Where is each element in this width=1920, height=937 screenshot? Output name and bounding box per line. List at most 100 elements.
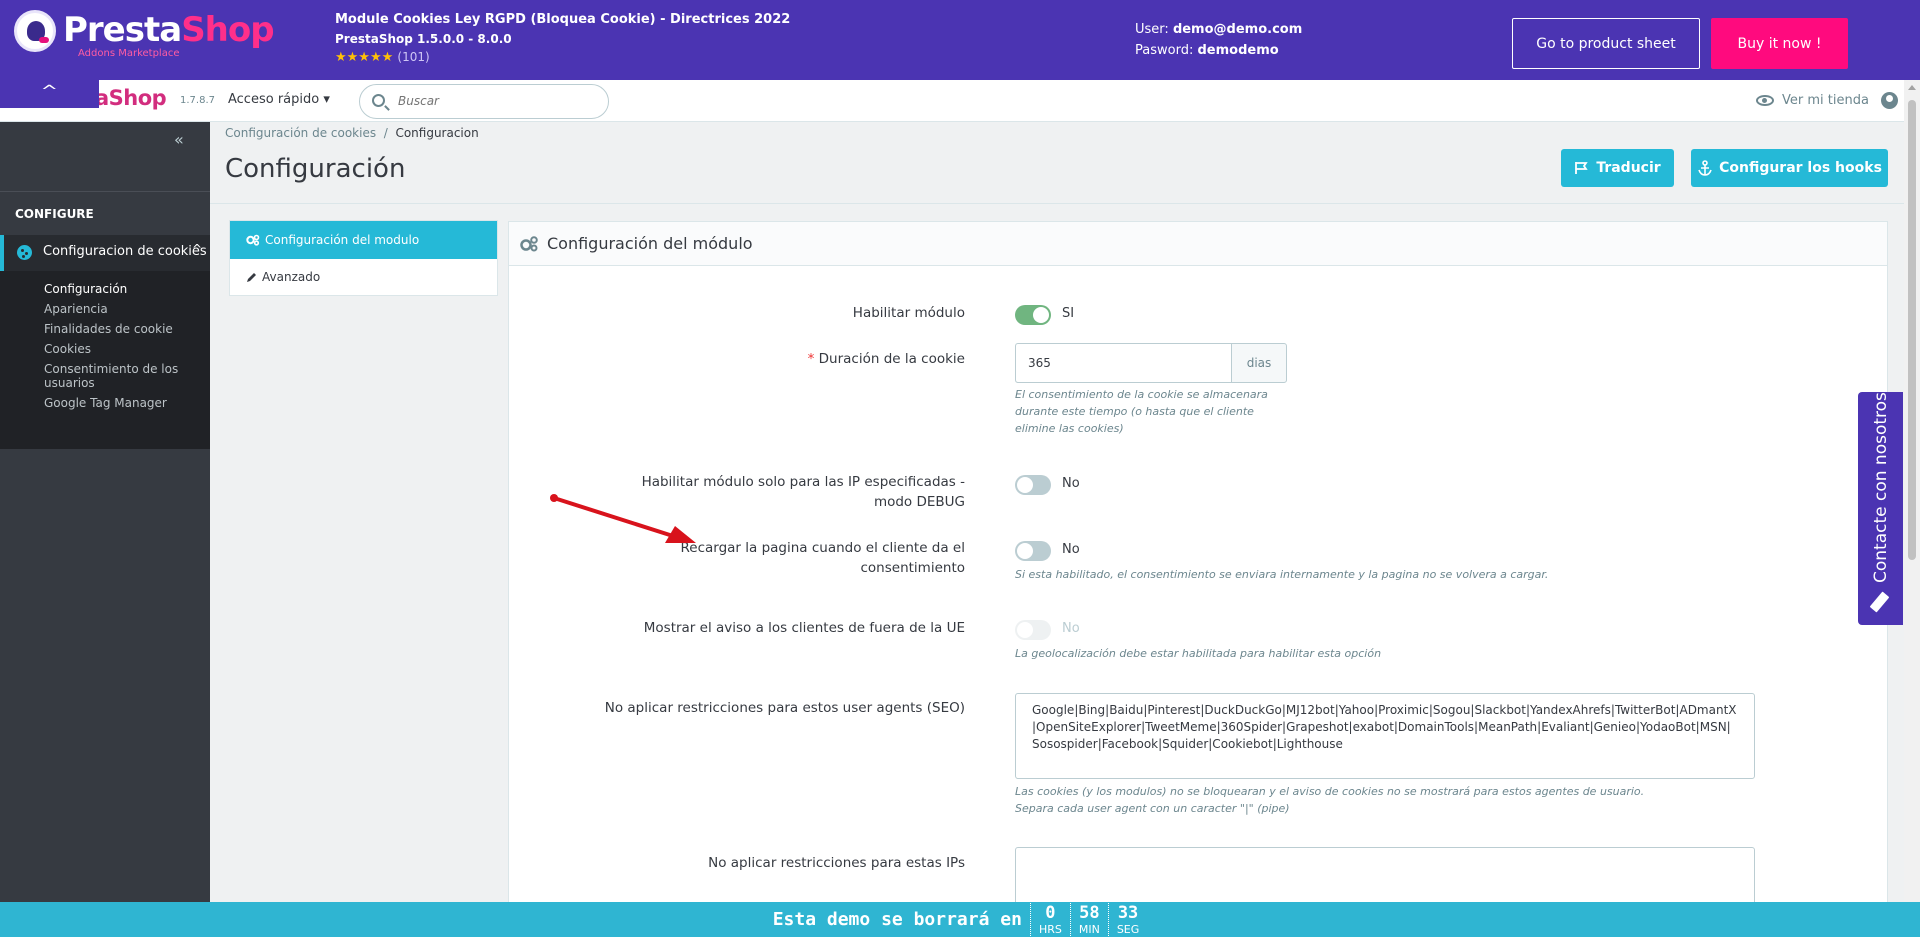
breadcrumb-parent[interactable]: Configuración de cookies bbox=[225, 126, 376, 140]
countdown-seconds: 33 SEG bbox=[1107, 903, 1147, 936]
sidebar: « CONFIGURE Configuracion de cookies ^ C… bbox=[0, 122, 210, 902]
user-agents-help-1: Las cookies (y los modulos) no se bloque… bbox=[1015, 785, 1645, 798]
user-label: User: bbox=[1135, 22, 1169, 37]
password-label: Pasword: bbox=[1135, 43, 1194, 58]
annotation-arrow-icon bbox=[550, 494, 696, 543]
module-title: Module Cookies Ley RGPD (Bloquea Cookie)… bbox=[335, 12, 791, 27]
demo-credentials: User: demo@demo.com Pasword: demodemo bbox=[1135, 19, 1302, 61]
sidebar-subitem-google-tag-manager[interactable]: Google Tag Manager bbox=[44, 396, 194, 410]
logo-main: Presta bbox=[63, 10, 182, 50]
page-scrollbar[interactable] bbox=[1904, 80, 1920, 937]
sidebar-divider bbox=[0, 191, 210, 192]
sidebar-item-cookie-config[interactable]: Configuracion de cookies ^ bbox=[0, 235, 210, 271]
header-divider bbox=[210, 203, 1904, 204]
star-rating-icon: ★★★★★ bbox=[335, 50, 394, 65]
non-eu-help: La geolocalización debe estar habilitada… bbox=[1015, 647, 1382, 660]
puffin-logo-icon bbox=[14, 10, 56, 52]
user-value: demo@demo.com bbox=[1172, 22, 1303, 37]
sidebar-subitem-apariencia[interactable]: Apariencia bbox=[44, 302, 194, 316]
non-eu-value: No bbox=[1062, 621, 1080, 636]
view-store-link[interactable]: Ver mi tienda bbox=[1756, 92, 1898, 109]
admin-logo[interactable]: aShop bbox=[95, 86, 167, 110]
banner-collapse-button[interactable]: ^ bbox=[0, 80, 99, 108]
config-panel: Configuración del módulo Habilitar módul… bbox=[508, 221, 1888, 937]
cookie-icon bbox=[17, 245, 32, 260]
gears-icon bbox=[246, 234, 260, 246]
config-tabs: Configuración del modulo Avanzado bbox=[229, 220, 498, 296]
reload-page-value: No bbox=[1062, 542, 1080, 557]
reload-page-switch[interactable] bbox=[1015, 541, 1051, 561]
module-info: Module Cookies Ley RGPD (Bloquea Cookie)… bbox=[335, 12, 790, 65]
view-store-label: Ver mi tienda bbox=[1782, 93, 1869, 108]
gears-icon bbox=[520, 235, 538, 251]
contact-us-label: Contacte con nosotros bbox=[1870, 392, 1891, 583]
countdown-minutes-value: 58 bbox=[1079, 903, 1100, 923]
debug-ip-value: No bbox=[1062, 476, 1080, 491]
chevron-up-icon: ^ bbox=[40, 82, 59, 100]
scrollbar-thumb[interactable] bbox=[1908, 100, 1916, 560]
user-agents-textarea[interactable]: Google|Bing|Baidu|Pinterest|DuckDuckGo|M… bbox=[1015, 693, 1755, 779]
page-title: Configuración bbox=[225, 154, 406, 184]
anchor-icon bbox=[1698, 160, 1712, 176]
admin-header: aShop 1.7.8.7 Acceso rápido ▾ Ver mi tie… bbox=[0, 80, 1904, 122]
eye-icon bbox=[1756, 95, 1774, 106]
translate-label: Traducir bbox=[1596, 160, 1661, 176]
debug-ip-switch[interactable] bbox=[1015, 475, 1051, 495]
prestashop-addons-logo[interactable]: PrestaShop Addons Marketplace bbox=[14, 10, 275, 59]
tab-advanced[interactable]: Avanzado bbox=[230, 259, 497, 295]
panel-title: Configuración del módulo bbox=[547, 234, 753, 253]
translate-button[interactable]: Traducir bbox=[1561, 149, 1674, 187]
search-input[interactable] bbox=[398, 94, 598, 108]
sidebar-collapse-icon[interactable]: « bbox=[174, 130, 184, 149]
cookie-duration-text: Duración de la cookie bbox=[818, 351, 965, 367]
breadcrumb: Configuración de cookies / Configuracion bbox=[225, 126, 479, 140]
tab-module-config[interactable]: Configuración del modulo bbox=[230, 221, 497, 259]
rating-count: (101) bbox=[397, 50, 430, 64]
countdown-minutes-label: MIN bbox=[1078, 923, 1100, 936]
ips-label: No aplicar restricciones para estas IPs bbox=[708, 855, 965, 871]
chevron-up-icon: ^ bbox=[192, 242, 203, 256]
sidebar-subitem-configuracion[interactable]: Configuración bbox=[44, 282, 194, 296]
non-eu-label: Mostrar el aviso a los clientes de fuera… bbox=[643, 620, 965, 636]
countdown-minutes: 58 MIN bbox=[1069, 903, 1108, 936]
user-account-icon[interactable] bbox=[1880, 92, 1898, 109]
addons-banner: PrestaShop Addons Marketplace Module Coo… bbox=[0, 0, 1920, 80]
user-agents-help-2: Separa cada user agent con un caracter "… bbox=[1015, 802, 1290, 815]
cookie-duration-input[interactable] bbox=[1015, 343, 1231, 383]
password-value: demodemo bbox=[1197, 43, 1279, 58]
quick-access-dropdown[interactable]: Acceso rápido ▾ bbox=[228, 92, 330, 107]
countdown-hours: 0 HRS bbox=[1029, 903, 1070, 936]
search-icon[interactable] bbox=[372, 94, 385, 107]
enable-module-switch[interactable] bbox=[1015, 305, 1051, 325]
debug-ip-label-line1: Habilitar módulo solo para las IP especi… bbox=[641, 474, 965, 490]
sidebar-subitem-finalidades[interactable]: Finalidades de cookie bbox=[44, 322, 194, 336]
logo-subtitle: Addons Marketplace bbox=[78, 48, 180, 59]
configure-hooks-label: Configurar los hooks bbox=[1719, 160, 1882, 176]
cookie-duration-unit: dias bbox=[1231, 343, 1287, 383]
buy-now-button[interactable]: Buy it now ! bbox=[1711, 18, 1848, 69]
demo-countdown-text: Esta demo se borrará en bbox=[772, 909, 1022, 930]
module-rating: ★★★★★ (101) bbox=[335, 50, 790, 65]
pencil-icon bbox=[247, 272, 256, 282]
configure-hooks-button[interactable]: Configurar los hooks bbox=[1691, 149, 1888, 187]
sidebar-heading: CONFIGURE bbox=[15, 207, 94, 221]
sidebar-subitem-consentimiento[interactable]: Consentimiento de los usuarios bbox=[44, 362, 194, 390]
reload-page-label-line1: Recargar la pagina cuando el cliente da … bbox=[680, 540, 965, 556]
enable-module-value: SI bbox=[1062, 306, 1075, 321]
breadcrumb-current: Configuracion bbox=[395, 126, 479, 140]
contact-us-tab[interactable]: Contacte con nosotros bbox=[1858, 392, 1903, 625]
sidebar-submenu: Configuración Apariencia Finalidades de … bbox=[0, 271, 210, 449]
reload-page-label: Recargar la pagina cuando el cliente da … bbox=[680, 538, 965, 578]
scroll-up-icon[interactable] bbox=[1908, 85, 1916, 90]
cookie-duration-help: El consentimiento de la cookie se almace… bbox=[1015, 388, 1268, 435]
non-eu-switch bbox=[1015, 620, 1051, 640]
sidebar-item-label: Configuracion de cookies bbox=[43, 244, 207, 259]
go-to-product-sheet-button[interactable]: Go to product sheet bbox=[1512, 18, 1700, 69]
sidebar-subitem-cookies[interactable]: Cookies bbox=[44, 342, 194, 356]
demo-countdown-bar: Esta demo se borrará en 0 HRS 58 MIN 33 … bbox=[0, 902, 1920, 937]
logo-accent: Shop bbox=[181, 10, 274, 50]
tab-label: Configuración del modulo bbox=[265, 233, 420, 247]
reload-page-label-line2: consentimiento bbox=[860, 560, 966, 576]
tab-label: Avanzado bbox=[262, 270, 321, 284]
search-box bbox=[359, 84, 609, 119]
